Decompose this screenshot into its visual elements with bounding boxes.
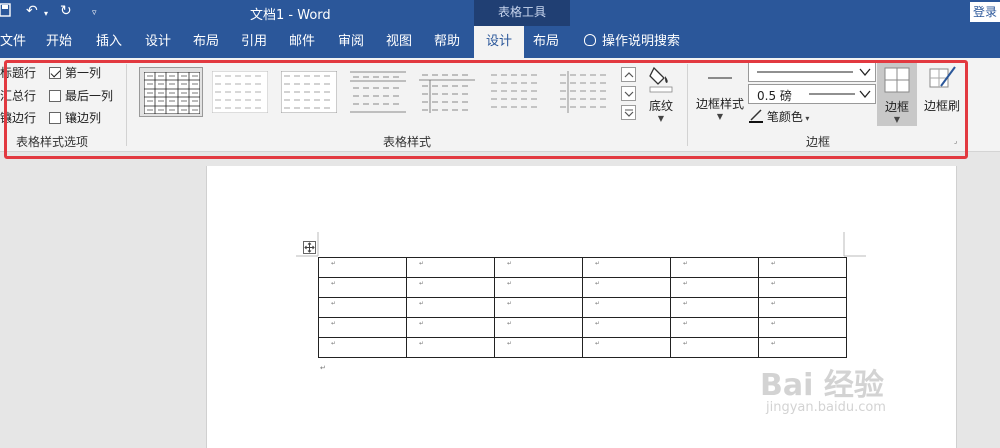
table-cell[interactable]: ↵ [582,277,671,298]
tab-mailings[interactable]: 邮件 [289,26,315,58]
table-cell[interactable]: ↵ [582,317,671,338]
table-cell[interactable]: ↵ [406,277,495,298]
table-row: ↵ ↵ ↵ ↵ ↵ ↵ [318,337,847,358]
table-cell[interactable]: ↵ [318,277,407,298]
table-row: ↵ ↵ ↵ ↵ ↵ ↵ [318,317,847,338]
table-cell[interactable]: ↵ [406,317,495,338]
tab-references[interactable]: 引用 [241,26,267,58]
tab-view[interactable]: 视图 [386,26,412,58]
table-cell[interactable]: ↵ [758,297,847,318]
document-table[interactable]: ↵ ↵ ↵ ↵ ↵ ↵ ↵ ↵ ↵ ↵ ↵ ↵ ↵ ↵ ↵ ↵ ↵ ↵ ↵ ↵ ↵ ↵ ↵ ↵ ↵ ↵ ↵ ↵ ↵ ↵ [318,257,847,358]
table-cell[interactable]: ↵ [758,337,847,358]
table-cell[interactable]: ↵ [758,257,847,278]
table-cell[interactable]: ↵ [406,297,495,318]
paragraph-mark: ↵ [320,364,326,372]
tell-me-label: 操作说明搜索 [602,34,681,49]
margin-guides [296,232,866,257]
tab-help[interactable]: 帮助 [434,26,460,58]
table-row: ↵ ↵ ↵ ↵ ↵ ↵ [318,277,847,298]
table-cell[interactable]: ↵ [758,317,847,338]
tell-me-search[interactable]: 操作说明搜索 [584,26,680,58]
table-row: ↵ ↵ ↵ ↵ ↵ ↵ [318,257,847,278]
highlight-box [4,60,968,159]
save-icon[interactable] [0,3,12,21]
title-bar: ↶ ▾ ↻ ▿ 文档1 - Word 表格工具 登录 [0,0,1000,26]
table-cell[interactable]: ↵ [494,257,583,278]
table-cell[interactable]: ↵ [494,317,583,338]
table-cell[interactable]: ↵ [758,277,847,298]
tab-insert[interactable]: 插入 [96,26,122,58]
tab-table-layout[interactable]: 布局 [533,26,559,58]
table-cell[interactable]: ↵ [670,337,759,358]
customize-toolbar-icon[interactable]: ▿ [92,8,97,18]
tab-design[interactable]: 设计 [145,26,171,58]
undo-icon[interactable]: ↶ [26,3,38,19]
login-button[interactable]: 登录 [970,2,1000,22]
table-cell[interactable]: ↵ [406,337,495,358]
watermark-url: jingyan.baidu.com [766,400,886,415]
table-cell[interactable]: ↵ [494,337,583,358]
table-cell[interactable]: ↵ [670,317,759,338]
table-cell[interactable]: ↵ [670,277,759,298]
undo-dropdown-icon[interactable]: ▾ [44,9,48,18]
table-cell[interactable]: ↵ [494,297,583,318]
table-cell[interactable]: ↵ [318,257,407,278]
table-cell[interactable]: ↵ [582,257,671,278]
table-cell[interactable]: ↵ [318,317,407,338]
table-cell[interactable]: ↵ [318,297,407,318]
table-cell[interactable]: ↵ [318,337,407,358]
table-cell[interactable]: ↵ [494,277,583,298]
tab-table-design[interactable]: 设计 [474,26,525,58]
baidu-watermark: Bai 经验 jingyan.baidu.com [760,360,886,415]
redo-icon[interactable]: ↻ [60,3,72,19]
table-cell[interactable]: ↵ [670,257,759,278]
tab-layout[interactable]: 布局 [193,26,219,58]
table-cell[interactable]: ↵ [582,297,671,318]
watermark-logo: Bai 经验 [760,368,884,403]
table-move-handle[interactable] [303,241,316,254]
table-cell[interactable]: ↵ [670,297,759,318]
lightbulb-icon [584,34,596,46]
table-cell[interactable]: ↵ [406,257,495,278]
ribbon-tabs: 文件 开始 插入 设计 布局 引用 邮件 审阅 视图 帮助 设计 布局 操作说明… [0,26,1000,58]
tab-file[interactable]: 文件 [0,26,26,58]
document-title: 文档1 - Word [250,8,331,23]
table-cell[interactable]: ↵ [582,337,671,358]
table-row: ↵ ↵ ↵ ↵ ↵ ↵ [318,297,847,318]
tab-review[interactable]: 审阅 [338,26,364,58]
table-tools-context-label: 表格工具 [474,0,570,26]
tab-home[interactable]: 开始 [46,26,72,58]
